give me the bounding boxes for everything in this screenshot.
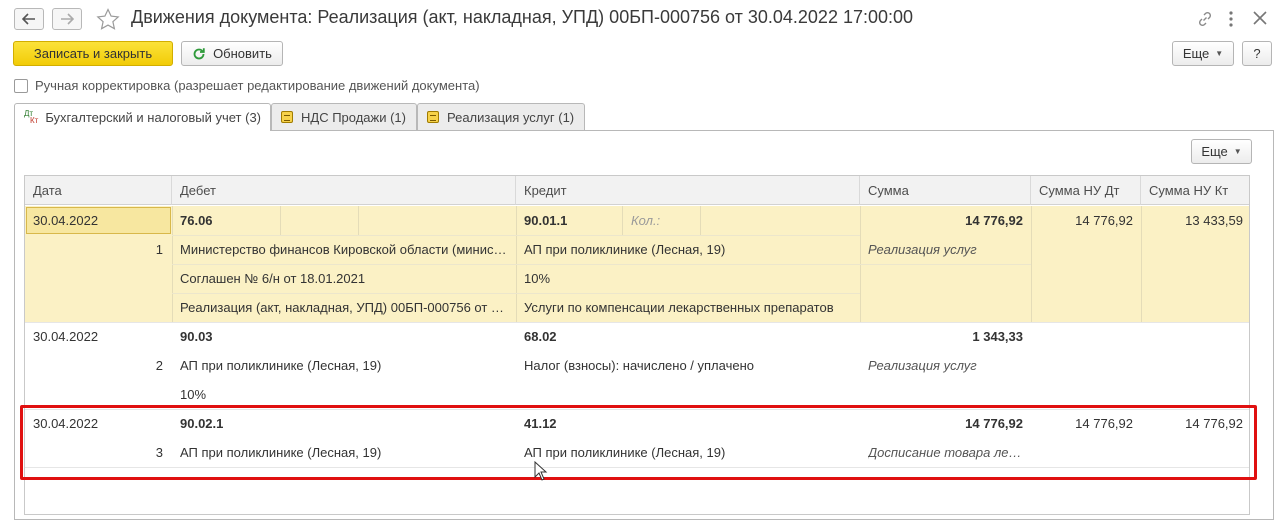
table-more-label: Еще [1201, 144, 1228, 159]
more-vertical-icon[interactable] [1226, 10, 1236, 28]
cell-credit-subconto-1: Налог (взносы): начислено / уплачено [524, 358, 754, 373]
manual-correction-label: Ручная корректировка (разрешает редактир… [35, 78, 480, 93]
help-label: ? [1253, 46, 1261, 61]
more-button[interactable]: Еще ▼ [1172, 41, 1234, 66]
cell-debit-account: 90.03 [180, 329, 213, 344]
cell-credit-subconto-1: АП при поликлинике (Лесная, 19) [524, 242, 726, 257]
table-more-button[interactable]: Еще ▼ [1191, 139, 1252, 164]
refresh-button[interactable]: Обновить [181, 41, 283, 66]
page-title: Движения документа: Реализация (акт, нак… [131, 7, 914, 27]
tab-label: НДС Продажи (1) [301, 109, 406, 125]
cell-credit-account: 90.01.1 [524, 213, 568, 228]
cell-sum-content: Реализация услуг [868, 242, 977, 257]
cell-credit-account: 41.12 [524, 416, 557, 431]
column-header-sum[interactable]: Сумма [860, 176, 1031, 205]
register-icon [281, 111, 293, 123]
arrow-right-icon [61, 13, 74, 25]
cell-sum: 14 776,92 [965, 213, 1023, 228]
column-header-sum-nu-kt[interactable]: Сумма НУ Кт [1141, 176, 1249, 205]
cell-sum-nu-dt: 14 776,92 [1075, 416, 1133, 431]
cell-sum-nu-kt: 13 433,59 [1185, 213, 1243, 228]
star-icon[interactable] [96, 8, 120, 30]
more-label: Еще [1182, 46, 1210, 61]
back-button[interactable] [14, 8, 44, 30]
cell-debit-account: 76.06 [180, 213, 213, 228]
cell-credit-subconto-1: АП при поликлинике (Лесная, 19) [524, 445, 726, 460]
tab-services-sales[interactable]: Реализация услуг (1) [417, 103, 585, 130]
column-header-date[interactable]: Дата [25, 176, 172, 205]
forward-button[interactable] [52, 8, 82, 30]
cell-debit-subconto-3: Реализация (акт, накладная, УПД) 00БП-00… [180, 300, 510, 315]
chevron-down-icon: ▼ [1233, 147, 1242, 156]
column-header-credit[interactable]: Кредит [516, 176, 860, 205]
help-button[interactable]: ? [1242, 41, 1272, 66]
link-icon[interactable] [1196, 10, 1214, 28]
dt-kt-icon: Дт Кт [24, 108, 39, 125]
register-icon [427, 111, 439, 123]
tab-accounting[interactable]: Дт Кт Бухгалтерский и налоговый учет (3) [14, 103, 271, 131]
cell-sum-nu-dt: 14 776,92 [1075, 213, 1133, 228]
cell-quantity: Кол.: [631, 213, 661, 228]
cell-row-number: 2 [155, 358, 163, 373]
cell-sum: 14 776,92 [965, 416, 1023, 431]
cell-sum-content: Досписание товара лекарственных [868, 445, 1023, 460]
cell-debit-account: 90.02.1 [180, 416, 224, 431]
cell-sum: 1 343,33 [972, 329, 1023, 344]
movements-table[interactable]: Дата Дебет Кредит Сумма Сумма НУ Дт Сумм… [24, 175, 1250, 515]
cell-date: 30.04.2022 [33, 329, 99, 344]
cell-credit-account: 68.02 [524, 329, 557, 344]
cell-credit-subconto-3: Услуги по компенсации лекарственных преп… [524, 300, 834, 315]
refresh-icon [193, 47, 205, 59]
manual-correction-row: Ручная корректировка (разрешает редактир… [14, 78, 480, 93]
save-and-close-label: Записать и закрыть [33, 46, 153, 61]
cell-debit-subconto-2: 10% [180, 387, 207, 402]
column-header-debit[interactable]: Дебет [172, 176, 516, 205]
cell-debit-subconto-1: Министерство финансов Кировской области … [180, 242, 510, 257]
tab-vat-sales[interactable]: НДС Продажи (1) [271, 103, 417, 130]
cell-sum-nu-kt: 14 776,92 [1185, 416, 1243, 431]
cell-row-number: 1 [155, 242, 163, 257]
cell-debit-subconto-1: АП при поликлинике (Лесная, 19) [180, 445, 382, 460]
mouse-cursor-icon [534, 461, 548, 481]
cell-debit-subconto-1: АП при поликлинике (Лесная, 19) [180, 358, 382, 373]
save-and-close-button[interactable]: Записать и закрыть [13, 41, 173, 66]
arrow-left-icon [22, 13, 35, 25]
refresh-label: Обновить [213, 46, 272, 61]
cell-debit-subconto-2: Соглашен № 6/н от 18.01.2021 [180, 271, 366, 286]
cell-sum-content: Реализация услуг [868, 358, 977, 373]
close-icon[interactable] [1252, 10, 1268, 26]
chevron-down-icon: ▼ [1215, 49, 1224, 58]
tab-label: Бухгалтерский и налоговый учет (3) [45, 110, 261, 125]
cell-credit-subconto-2: 10% [524, 271, 551, 286]
tab-label: Реализация услуг (1) [447, 109, 575, 125]
cell-row-number: 3 [155, 445, 163, 460]
cell-date: 30.04.2022 [33, 416, 99, 431]
cell-date: 30.04.2022 [33, 213, 99, 228]
manual-correction-checkbox[interactable] [14, 78, 28, 93]
column-header-sum-nu-dt[interactable]: Сумма НУ Дт [1031, 176, 1141, 205]
